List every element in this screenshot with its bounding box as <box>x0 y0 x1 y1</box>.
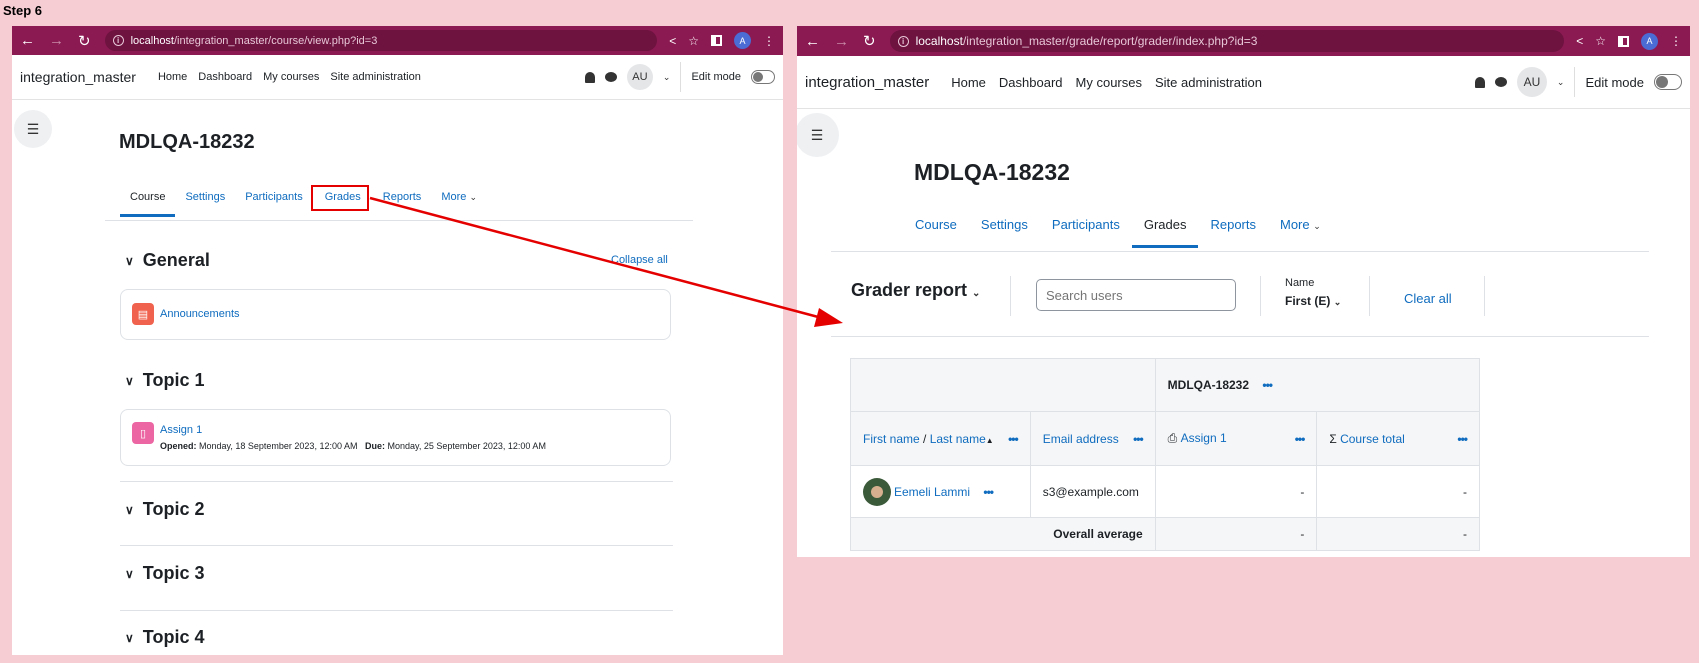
annotation-arrow <box>369 196 843 327</box>
arrow-head <box>814 308 843 327</box>
arrow-line <box>369 196 823 320</box>
